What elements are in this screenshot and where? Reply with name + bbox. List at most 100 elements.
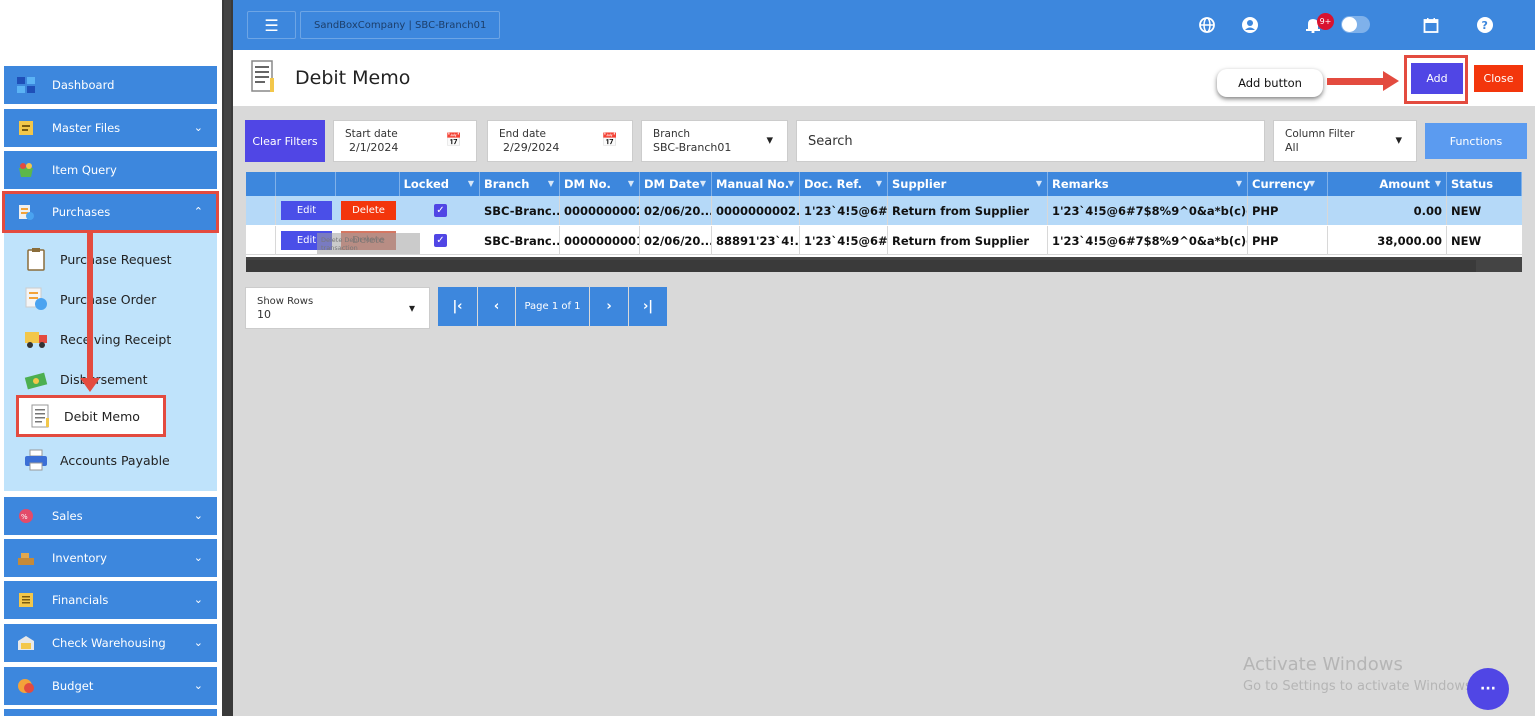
- filter-icon[interactable]: ▼: [628, 179, 634, 188]
- company-branch-selector[interactable]: SandBoxCompany | SBC-Branch01: [300, 11, 501, 39]
- table-row[interactable]: Edit Delete ✓ SBC-Branc... 0000000002 02…: [246, 196, 1522, 225]
- help-icon[interactable]: ?: [1473, 13, 1497, 37]
- search-input[interactable]: Search: [796, 120, 1265, 162]
- locked-checkbox[interactable]: ✓: [434, 234, 447, 247]
- submenu-accounts-payable[interactable]: Accounts Payable: [24, 443, 170, 477]
- row-select-cell[interactable]: [246, 226, 276, 255]
- annotation-arrow-right: [1327, 78, 1385, 85]
- cell-remarks: 1'23`4!5@6#7$8%9^0&a*b(c)d_e...: [1048, 226, 1248, 255]
- cell-currency: PHP: [1248, 196, 1328, 225]
- printer-icon: [24, 448, 48, 472]
- more-options-button[interactable]: ···: [1467, 668, 1509, 710]
- budget-icon: [16, 678, 36, 694]
- toggle-knob: [1342, 17, 1357, 32]
- sidebar-item-purchases[interactable]: Purchases ⌃: [2, 191, 219, 233]
- edit-button[interactable]: Edit: [281, 201, 332, 220]
- sidebar-scrollbar[interactable]: [222, 0, 233, 716]
- last-page-icon: ›|: [642, 299, 654, 314]
- row-select-cell[interactable]: [246, 196, 276, 225]
- hamburger-menu-button[interactable]: ☰: [247, 11, 296, 39]
- header-branch[interactable]: Branch ▼: [480, 172, 560, 196]
- theme-toggle[interactable]: [1341, 16, 1370, 33]
- column-filter-select[interactable]: Column Filter All ▾: [1273, 120, 1417, 162]
- header-select: [246, 172, 276, 196]
- header-remarks[interactable]: Remarks ▼: [1048, 172, 1248, 196]
- sidebar: Dashboard Master Files ⌄ Item Query Purc…: [0, 0, 222, 716]
- sidebar-item-check-warehousing[interactable]: Check Warehousing ⌄: [4, 624, 217, 662]
- header-locked[interactable]: Locked ▼: [400, 172, 480, 196]
- cell-branch: SBC-Branc...: [480, 196, 560, 225]
- filter-icon[interactable]: ▼: [876, 179, 882, 188]
- debit-memo-table: Locked ▼ Branch ▼ DM No. ▼ DM Date ▼ Manual …: [246, 172, 1522, 272]
- filter-icon[interactable]: ▼: [548, 179, 554, 188]
- clear-filters-button[interactable]: Clear Filters: [245, 120, 325, 162]
- table-row[interactable]: Edit Delete ✓ SBC-Branc... 0000000001 02…: [246, 226, 1522, 255]
- header-supplier[interactable]: Supplier ▼: [888, 172, 1048, 196]
- close-button[interactable]: Close: [1474, 65, 1523, 92]
- filter-icon[interactable]: ▼: [1309, 179, 1315, 188]
- sidebar-item-master-files[interactable]: Master Files ⌄: [4, 109, 217, 147]
- filter-icon[interactable]: ▼: [468, 179, 474, 188]
- calendar-icon[interactable]: 📅: [602, 133, 618, 148]
- table-horizontal-scrollbar[interactable]: [246, 257, 1522, 272]
- end-date-field[interactable]: End date 2/29/2024 📅: [487, 120, 633, 162]
- branch-select[interactable]: Branch SBC-Branch01 ▾: [641, 120, 788, 162]
- header-dm-date[interactable]: DM Date ▼: [640, 172, 712, 196]
- header-doc-ref[interactable]: Doc. Ref. ▼: [800, 172, 888, 196]
- chevron-up-icon: ⌃: [193, 205, 203, 218]
- next-page-button[interactable]: ›: [590, 287, 628, 326]
- header-manual-no[interactable]: Manual No. ▼: [712, 172, 800, 196]
- header-status[interactable]: Status: [1447, 172, 1522, 196]
- sidebar-item-inventory[interactable]: Inventory ⌄: [4, 539, 217, 577]
- scrollbar-thumb[interactable]: [224, 0, 231, 560]
- start-date-field[interactable]: Start date 2/1/2024 📅: [333, 120, 477, 162]
- filter-icon[interactable]: ▼: [788, 179, 794, 188]
- user-account-icon[interactable]: [1238, 13, 1262, 37]
- cell-doc-ref: 1'23`4!5@6#...: [800, 196, 888, 225]
- filter-icon[interactable]: ▼: [1236, 179, 1242, 188]
- sales-icon: %: [16, 508, 36, 524]
- sidebar-item-more[interactable]: [4, 709, 217, 716]
- cell-supplier: Return from Supplier: [888, 196, 1048, 225]
- show-rows-select[interactable]: Show Rows 10 ▾: [245, 287, 430, 329]
- sidebar-item-label: Check Warehousing: [52, 636, 166, 650]
- chevron-left-icon: ‹: [493, 299, 500, 314]
- submenu-debit-memo[interactable]: Debit Memo: [16, 395, 166, 437]
- memo-icon: [28, 404, 52, 428]
- dashboard-icon: [16, 77, 36, 93]
- scrollbar-thumb[interactable]: [246, 260, 1476, 272]
- filter-icon[interactable]: ▼: [1036, 179, 1042, 188]
- cell-supplier: Return from Supplier: [888, 226, 1048, 255]
- submenu-receiving-receipt[interactable]: Receiving Receipt: [24, 322, 171, 356]
- notification-badge: 9+: [1317, 13, 1334, 30]
- header-dm-no[interactable]: DM No. ▼: [560, 172, 640, 196]
- delete-button[interactable]: Delete: [341, 201, 396, 220]
- annotation-arrow-head: [1383, 71, 1399, 91]
- calendar-icon[interactable]: 📅: [446, 133, 462, 148]
- first-page-button[interactable]: |‹: [438, 287, 477, 326]
- locked-checkbox[interactable]: ✓: [434, 204, 447, 217]
- add-button[interactable]: Add: [1411, 63, 1463, 94]
- functions-button[interactable]: Functions: [1425, 123, 1527, 159]
- submenu-purchase-request[interactable]: Purchase Request: [24, 242, 172, 276]
- cell-remarks: 1'23`4!5@6#7$8%9^0&a*b(c)d_e...: [1048, 196, 1248, 225]
- prev-page-button[interactable]: ‹: [478, 287, 515, 326]
- sidebar-item-item-query[interactable]: Item Query: [4, 151, 217, 189]
- last-page-button[interactable]: ›|: [629, 287, 667, 326]
- globe-icon[interactable]: [1195, 13, 1219, 37]
- filter-icon[interactable]: ▼: [700, 179, 706, 188]
- filter-icon[interactable]: ▼: [1435, 179, 1441, 188]
- cell-dm-date: 02/06/20...: [640, 196, 712, 225]
- dropdown-arrow-icon: ▾: [408, 301, 415, 315]
- sidebar-item-financials[interactable]: Financials ⌄: [4, 581, 217, 619]
- sidebar-item-label: Sales: [52, 509, 83, 523]
- header-currency[interactable]: Currency ▼: [1248, 172, 1328, 196]
- sidebar-item-dashboard[interactable]: Dashboard: [4, 66, 217, 104]
- header-edit: [276, 172, 336, 196]
- sidebar-item-sales[interactable]: % Sales ⌄: [4, 497, 217, 535]
- calendar-icon[interactable]: [1419, 13, 1443, 37]
- sidebar-item-budget[interactable]: Budget ⌄: [4, 667, 217, 705]
- windows-activation-watermark: Activate Windows Go to Settings to activ…: [1243, 654, 1476, 694]
- header-amount[interactable]: Amount ▼: [1328, 172, 1447, 196]
- cell-amount: 38,000.00: [1328, 226, 1447, 255]
